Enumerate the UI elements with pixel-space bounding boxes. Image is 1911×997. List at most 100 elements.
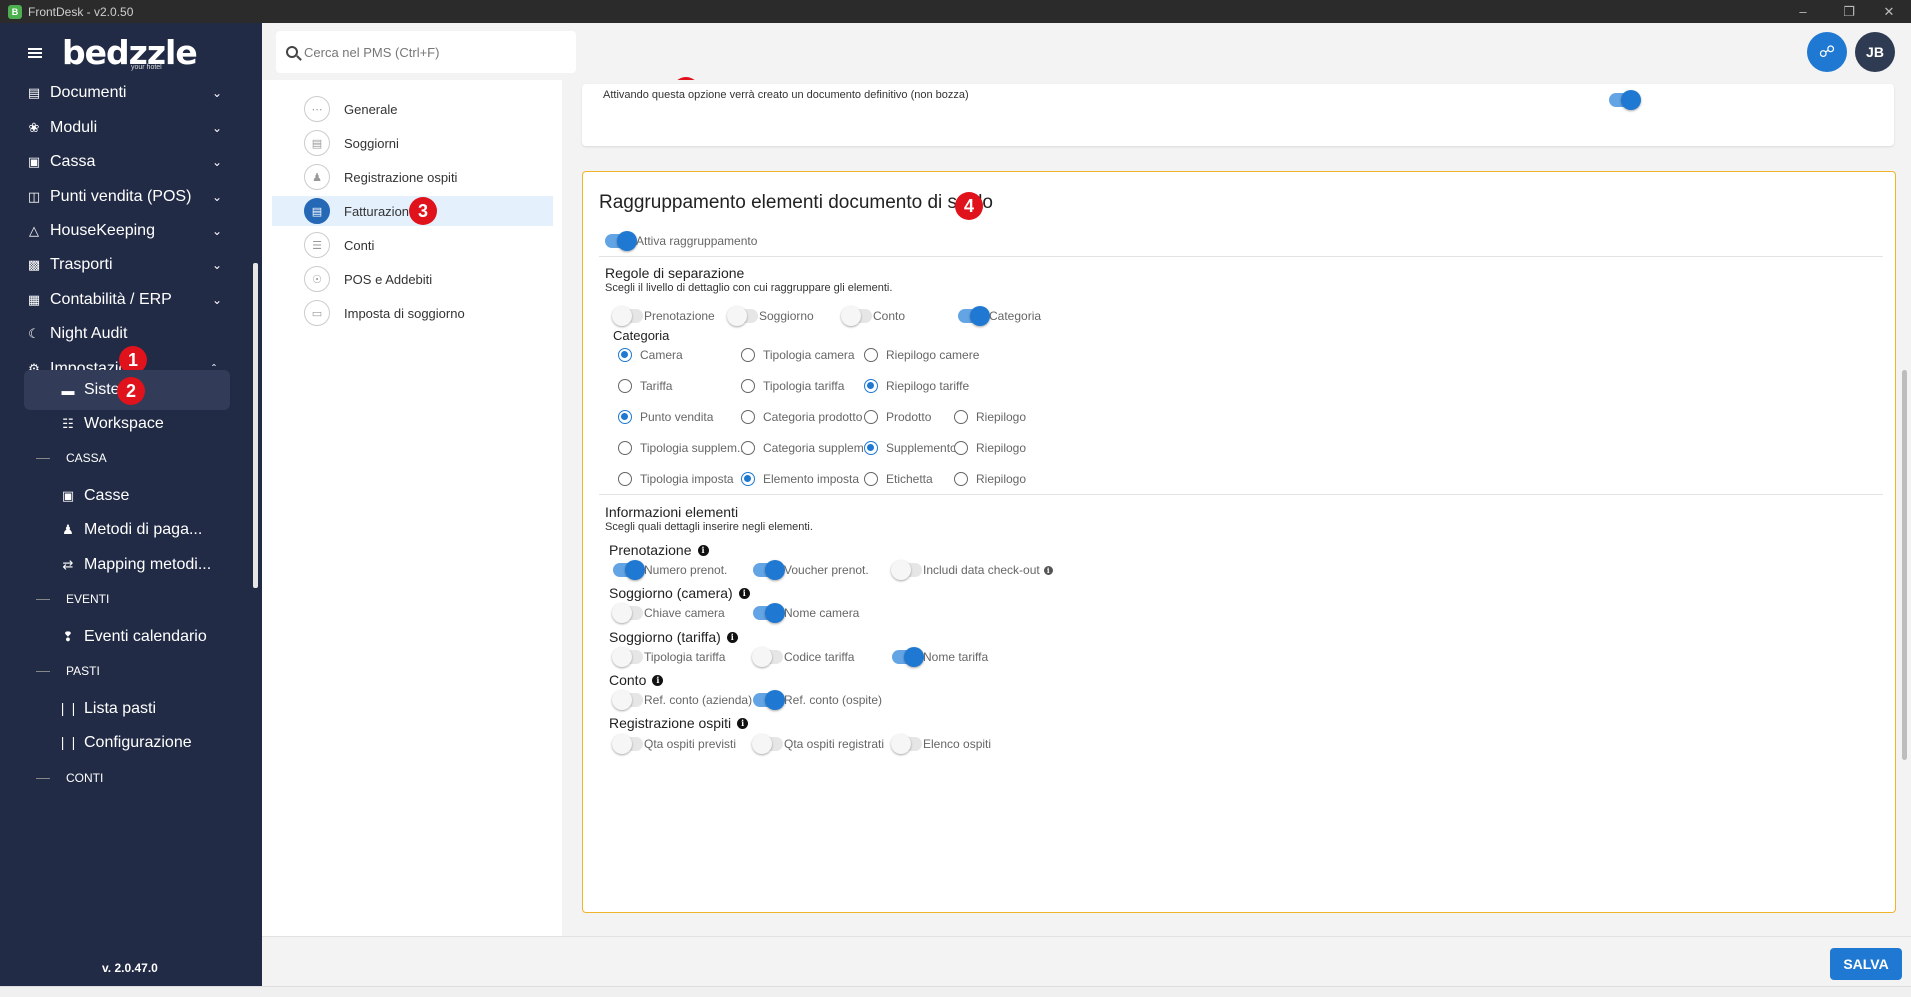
- sidebar-item-label: Trasporti: [50, 256, 113, 273]
- sidebar-item-label: Cassa: [50, 153, 96, 170]
- hamburger-menu-icon[interactable]: [28, 48, 42, 58]
- radio-supplemento[interactable]: [864, 441, 878, 455]
- radio-riepilogo-camere[interactable]: [864, 348, 878, 362]
- sidebar-item-mapping-metodi[interactable]: ⇄ Mapping metodi...: [0, 545, 262, 585]
- section-header-pasti: PASTI: [36, 664, 100, 678]
- user-avatar[interactable]: JB: [1855, 32, 1895, 72]
- chevron-down-icon: ⌄: [212, 190, 223, 204]
- regola-prenotazione-toggle[interactable]: [612, 306, 643, 326]
- settings-item-soggiorni[interactable]: ▤ Soggiorni: [272, 128, 553, 158]
- settings-item-generale[interactable]: ⋯ Generale: [272, 94, 553, 124]
- radio-riepilogo-tariffe[interactable]: [864, 379, 878, 393]
- toggle-elenco-ospiti[interactable]: [891, 734, 922, 754]
- regola-soggiorno-toggle[interactable]: [727, 306, 758, 326]
- invoice-icon: ▤: [304, 198, 330, 224]
- info-subtitle: Scegli quali dettagli inserire negli ele…: [605, 521, 813, 533]
- radio-elemento-imposta[interactable]: [741, 472, 755, 486]
- info-icon[interactable]: i: [737, 717, 749, 729]
- toggle-nome-tariffa[interactable]: [892, 647, 924, 667]
- settings-item-registrazione-ospiti[interactable]: ♟ Registrazione ospiti: [272, 162, 553, 192]
- toggle-numero-prenot[interactable]: [613, 560, 645, 580]
- chevron-down-icon: ⌄: [212, 155, 223, 169]
- toggle-nome-camera[interactable]: [753, 603, 785, 623]
- radio-tipologia-supplemento[interactable]: [618, 441, 632, 455]
- sidebar-item-configurazione[interactable]: ❘❘ Configurazione: [0, 723, 262, 763]
- radio-riepilogo-supplementi[interactable]: [954, 441, 968, 455]
- radio-label: Tipologia supplem...: [640, 441, 747, 455]
- attiva-raggruppamento-toggle[interactable]: [605, 231, 637, 251]
- content-scrollbar[interactable]: [1902, 370, 1907, 760]
- radio-tipologia-imposta[interactable]: [618, 472, 632, 486]
- toggle-label: Chiave camera: [644, 606, 725, 620]
- regola-categoria-toggle[interactable]: [958, 306, 990, 326]
- info-icon[interactable]: i: [697, 544, 709, 556]
- cutlery-icon: ❘❘: [57, 701, 79, 716]
- toggle-chiave-camera[interactable]: [612, 603, 643, 623]
- radio-label: Categoria supplem...: [763, 441, 874, 455]
- sidebar-item-trasporti[interactable]: ▩ Trasporti ⌄: [0, 245, 262, 285]
- settings-item-pos-addebiti[interactable]: ☉ POS e Addebiti: [272, 264, 553, 294]
- info-icon[interactable]: i: [726, 631, 738, 643]
- radio-label: Punto vendita: [640, 410, 714, 424]
- sidebar-item-label: HouseKeeping: [50, 222, 155, 239]
- radio-label: Riepilogo: [976, 441, 1027, 455]
- radio-camera[interactable]: [618, 348, 632, 362]
- toggle-includi-checkout[interactable]: [891, 560, 922, 580]
- sidebar-scrollbar[interactable]: [253, 263, 258, 588]
- info-icon[interactable]: i: [652, 674, 664, 686]
- sidebar-item-workspace[interactable]: ☷ Workspace: [0, 404, 262, 444]
- radio-tipologia-tariffa[interactable]: [741, 379, 755, 393]
- pin-icon: ❢: [62, 629, 74, 644]
- close-icon[interactable]: ✕: [1866, 0, 1911, 23]
- radio-punto-vendita[interactable]: [618, 410, 632, 424]
- toggle-qta-ospiti-previsti[interactable]: [612, 734, 643, 754]
- regole-subtitle: Scegli il livello di dettaglio con cui r…: [605, 282, 893, 294]
- footer: SALVA: [262, 936, 1911, 986]
- toggle-codice-tariffa[interactable]: [752, 647, 783, 667]
- radio-categoria-prodotto[interactable]: [741, 410, 755, 424]
- radio-tipologia-camera[interactable]: [741, 348, 755, 362]
- integrations-button[interactable]: ☍: [1807, 32, 1847, 72]
- radio-prodotto[interactable]: [864, 410, 878, 424]
- radio-riepilogo-imposte[interactable]: [954, 472, 968, 486]
- settings-item-imposta-soggiorno[interactable]: ▭ Imposta di soggiorno: [272, 298, 553, 328]
- topbar: Cerca nel PMS (Ctrl+F) ☍ JB: [262, 23, 1911, 80]
- toggle-tipologia-tariffa[interactable]: [612, 647, 643, 667]
- annotation-badge-3: 3: [409, 197, 437, 225]
- info-icon[interactable]: i: [738, 587, 750, 599]
- toggle-ref-conto-azienda[interactable]: [612, 690, 643, 710]
- sidebar-item-cassa[interactable]: ▣ Cassa ⌄: [0, 142, 262, 182]
- radio-label: Tariffa: [640, 379, 673, 393]
- minimize-icon[interactable]: –: [1780, 0, 1826, 23]
- person-icon: ♟: [62, 522, 74, 537]
- regola-conto-label: Conto: [873, 309, 906, 323]
- definitive-document-toggle[interactable]: [1609, 90, 1641, 110]
- info-icon[interactable]: i: [1043, 565, 1053, 575]
- sidebar-item-metodi-pagamento[interactable]: ♟ Metodi di paga...: [0, 510, 262, 550]
- broom-icon: △: [29, 223, 39, 238]
- radio-label: Tipologia camera: [763, 348, 855, 362]
- group-prenotazione-label: Prenotazione i: [609, 542, 709, 558]
- group-soggiorno-camera-label: Soggiorno (camera) i: [609, 585, 750, 601]
- cash-icon: ▣: [27, 154, 41, 169]
- sidebar-item-eventi-calendario[interactable]: ❢ Eventi calendario: [0, 617, 262, 657]
- toggle-ref-conto-ospite[interactable]: [753, 690, 785, 710]
- save-button[interactable]: SALVA: [1830, 948, 1902, 980]
- radio-tariffa[interactable]: [618, 379, 632, 393]
- regola-prenotazione-label: Prenotazione: [644, 309, 715, 323]
- toggle-qta-ospiti-registrati[interactable]: [752, 734, 783, 754]
- annotation-badge-2: 2: [117, 377, 145, 405]
- sidebar-item-documenti[interactable]: ▤ Documenti ⌄: [0, 73, 262, 113]
- radio-categoria-supplemento[interactable]: [741, 441, 755, 455]
- radio-etichetta[interactable]: [864, 472, 878, 486]
- search-input[interactable]: Cerca nel PMS (Ctrl+F): [276, 31, 576, 73]
- radio-label: Categoria prodotto: [763, 410, 863, 424]
- laptop-icon: ▬: [61, 382, 75, 398]
- settings-item-conti[interactable]: ☰ Conti: [272, 230, 553, 260]
- chevron-down-icon: ⌄: [212, 86, 223, 100]
- regola-conto-toggle[interactable]: [841, 306, 872, 326]
- radio-label: Prodotto: [886, 410, 932, 424]
- toggle-voucher-prenot[interactable]: [753, 560, 785, 580]
- radio-riepilogo-prodotti[interactable]: [954, 410, 968, 424]
- group-registrazione-ospiti-label: Registrazione ospiti i: [609, 715, 749, 731]
